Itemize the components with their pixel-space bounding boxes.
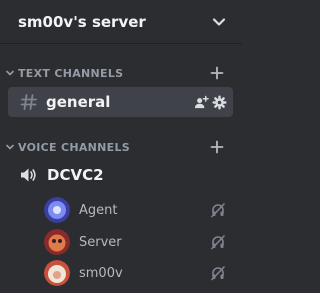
speaker-icon: [21, 168, 36, 182]
caret-down-icon: [6, 70, 14, 76]
server-header[interactable]: sm00v's server: [0, 0, 242, 44]
deafened-icon: [211, 235, 225, 250]
server-name: sm00v's server: [18, 12, 146, 31]
channel-general[interactable]: general: [8, 87, 233, 117]
voice-channel-dcvc2[interactable]: DCVC2: [8, 161, 233, 189]
member-name: Server: [79, 234, 122, 250]
category-voice-channels[interactable]: VOICE CHANNELS: [0, 138, 242, 156]
gear-icon[interactable]: [212, 94, 227, 110]
hash-icon: [20, 94, 37, 110]
voice-channel-name: DCVC2: [47, 166, 104, 184]
member-name: sm00v: [79, 265, 123, 281]
chevron-down-icon[interactable]: [212, 15, 226, 29]
deafened-icon: [211, 203, 225, 218]
voice-member-sm00v[interactable]: sm00v: [44, 259, 234, 287]
create-channel-plus-icon[interactable]: [210, 66, 224, 80]
caret-down-icon: [6, 144, 14, 150]
create-channel-plus-icon[interactable]: [210, 140, 224, 154]
avatar: [44, 197, 70, 223]
voice-member-agent[interactable]: Agent: [44, 196, 234, 224]
deafened-icon: [211, 266, 225, 281]
category-label: TEXT CHANNELS: [18, 66, 124, 80]
category-label: VOICE CHANNELS: [18, 140, 131, 154]
channel-name: general: [46, 93, 111, 111]
avatar: [44, 229, 70, 255]
member-name: Agent: [79, 202, 118, 218]
voice-member-server[interactable]: Server: [44, 228, 234, 256]
category-text-channels[interactable]: TEXT CHANNELS: [0, 64, 242, 82]
avatar: [44, 260, 70, 286]
add-user-icon[interactable]: [194, 95, 209, 110]
